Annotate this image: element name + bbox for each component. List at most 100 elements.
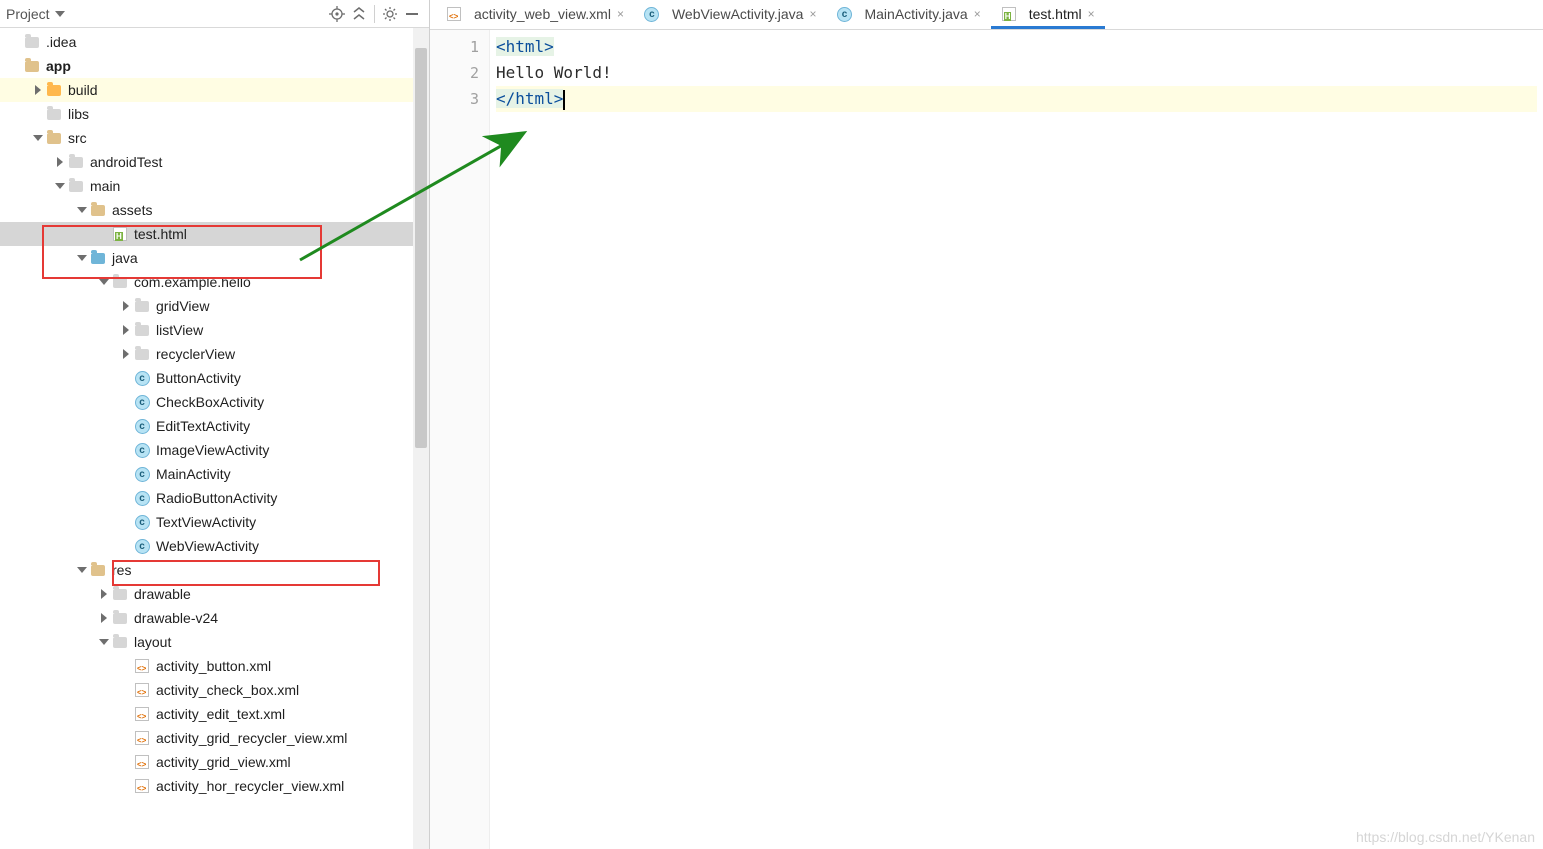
project-view-selector[interactable]: Project bbox=[6, 6, 68, 22]
tree-row[interactable]: com.example.hello bbox=[0, 270, 429, 294]
close-icon[interactable]: × bbox=[974, 7, 981, 21]
tree-row[interactable]: activity_grid_view.xml bbox=[0, 750, 429, 774]
chevron-right-icon[interactable] bbox=[98, 588, 110, 600]
tree-label: drawable bbox=[134, 586, 191, 602]
chevron-right-icon[interactable] bbox=[120, 324, 132, 336]
tree-row[interactable]: assets bbox=[0, 198, 429, 222]
arrow-placeholder[interactable] bbox=[120, 684, 132, 696]
class-icon: c bbox=[134, 394, 150, 410]
tree-label: build bbox=[68, 82, 98, 98]
hide-panel-icon[interactable] bbox=[401, 3, 423, 25]
arrow-placeholder[interactable] bbox=[10, 60, 22, 72]
editor-tab[interactable]: cWebViewActivity.java× bbox=[634, 1, 827, 29]
tree-row[interactable]: activity_grid_recycler_view.xml bbox=[0, 726, 429, 750]
tree-row[interactable]: recyclerView bbox=[0, 342, 429, 366]
arrow-placeholder[interactable] bbox=[120, 660, 132, 672]
tree-label: ButtonActivity bbox=[156, 370, 241, 386]
arrow-placeholder[interactable] bbox=[10, 36, 22, 48]
folder-icon bbox=[46, 82, 62, 98]
editor-tab[interactable]: test.html× bbox=[991, 1, 1105, 29]
tree-row[interactable]: listView bbox=[0, 318, 429, 342]
folder-icon bbox=[90, 202, 106, 218]
collapse-all-icon[interactable] bbox=[348, 3, 370, 25]
arrow-placeholder[interactable] bbox=[120, 420, 132, 432]
chevron-down-icon[interactable] bbox=[54, 180, 66, 192]
tree-row[interactable]: cMainActivity bbox=[0, 462, 429, 486]
folder-icon bbox=[46, 106, 62, 122]
tree-row[interactable]: src bbox=[0, 126, 429, 150]
tree-row[interactable]: cRadioButtonActivity bbox=[0, 486, 429, 510]
tree-row[interactable]: libs bbox=[0, 102, 429, 126]
arrow-placeholder[interactable] bbox=[120, 780, 132, 792]
chevron-right-icon[interactable] bbox=[54, 156, 66, 168]
chevron-right-icon[interactable] bbox=[120, 348, 132, 360]
xml-file-icon bbox=[134, 706, 150, 722]
tree-row[interactable]: androidTest bbox=[0, 150, 429, 174]
tree-row[interactable]: main bbox=[0, 174, 429, 198]
close-icon[interactable]: × bbox=[617, 7, 624, 21]
tree-label: EditTextActivity bbox=[156, 418, 250, 434]
arrow-placeholder[interactable] bbox=[120, 468, 132, 480]
tree-row[interactable]: activity_edit_text.xml bbox=[0, 702, 429, 726]
scrollbar-vertical[interactable] bbox=[413, 28, 429, 849]
code-area[interactable]: <html> Hello World! </html> bbox=[490, 30, 1543, 849]
editor-tab[interactable]: activity_web_view.xml× bbox=[436, 1, 634, 29]
scrollbar-thumb[interactable] bbox=[415, 48, 427, 448]
folder-icon bbox=[90, 562, 106, 578]
tree-row[interactable]: build bbox=[0, 78, 429, 102]
tree-label: CheckBoxActivity bbox=[156, 394, 264, 410]
tree-label: .idea bbox=[46, 34, 76, 50]
tree-row[interactable]: app bbox=[0, 54, 429, 78]
chevron-down-icon[interactable] bbox=[76, 252, 88, 264]
tree-row[interactable]: cWebViewActivity bbox=[0, 534, 429, 558]
chevron-down-icon[interactable] bbox=[76, 204, 88, 216]
chevron-down-icon[interactable] bbox=[98, 636, 110, 648]
tree-row[interactable]: activity_check_box.xml bbox=[0, 678, 429, 702]
editor-tab[interactable]: cMainActivity.java× bbox=[826, 1, 990, 29]
class-icon: c bbox=[836, 6, 852, 22]
tree-row[interactable]: cEditTextActivity bbox=[0, 414, 429, 438]
arrow-placeholder[interactable] bbox=[32, 108, 44, 120]
chevron-right-icon[interactable] bbox=[98, 612, 110, 624]
chevron-right-icon[interactable] bbox=[120, 300, 132, 312]
arrow-placeholder[interactable] bbox=[120, 444, 132, 456]
close-icon[interactable]: × bbox=[1088, 7, 1095, 21]
xml-file-icon bbox=[134, 754, 150, 770]
tree-row[interactable]: drawable bbox=[0, 582, 429, 606]
tree-row[interactable]: activity_button.xml bbox=[0, 654, 429, 678]
arrow-placeholder[interactable] bbox=[120, 492, 132, 504]
tree-row[interactable]: test.html bbox=[0, 222, 429, 246]
folder-icon bbox=[134, 298, 150, 314]
project-tree[interactable]: .idea app build libssrcandroidTestmainasset… bbox=[0, 28, 429, 849]
tree-label: com.example.hello bbox=[134, 274, 251, 290]
chevron-down-icon[interactable] bbox=[32, 132, 44, 144]
arrow-placeholder[interactable] bbox=[120, 708, 132, 720]
tree-row[interactable]: c CheckBoxActivity bbox=[0, 390, 429, 414]
locate-icon[interactable] bbox=[326, 3, 348, 25]
arrow-placeholder[interactable] bbox=[120, 396, 132, 408]
arrow-placeholder[interactable] bbox=[120, 756, 132, 768]
tree-row[interactable]: layout bbox=[0, 630, 429, 654]
arrow-placeholder[interactable] bbox=[120, 372, 132, 384]
arrow-placeholder[interactable] bbox=[120, 516, 132, 528]
arrow-placeholder[interactable] bbox=[120, 732, 132, 744]
tree-row[interactable]: .idea bbox=[0, 30, 429, 54]
tab-label: WebViewActivity.java bbox=[672, 6, 804, 22]
tree-row[interactable]: cButtonActivity bbox=[0, 366, 429, 390]
chevron-down-icon[interactable] bbox=[98, 276, 110, 288]
tree-row[interactable]: gridView bbox=[0, 294, 429, 318]
tree-row[interactable]: java bbox=[0, 246, 429, 270]
tree-row[interactable]: activity_hor_recycler_view.xml bbox=[0, 774, 429, 798]
gear-icon[interactable] bbox=[379, 3, 401, 25]
tree-row[interactable]: cTextViewActivity bbox=[0, 510, 429, 534]
chevron-right-icon[interactable] bbox=[32, 84, 44, 96]
arrow-placeholder[interactable] bbox=[98, 228, 110, 240]
tree-row[interactable]: res bbox=[0, 558, 429, 582]
arrow-placeholder[interactable] bbox=[120, 540, 132, 552]
tree-row[interactable]: cImageViewActivity bbox=[0, 438, 429, 462]
close-icon[interactable]: × bbox=[809, 7, 816, 21]
folder-icon bbox=[112, 586, 128, 602]
chevron-down-icon[interactable] bbox=[76, 564, 88, 576]
tree-label: RadioButtonActivity bbox=[156, 490, 277, 506]
tree-row[interactable]: drawable-v24 bbox=[0, 606, 429, 630]
